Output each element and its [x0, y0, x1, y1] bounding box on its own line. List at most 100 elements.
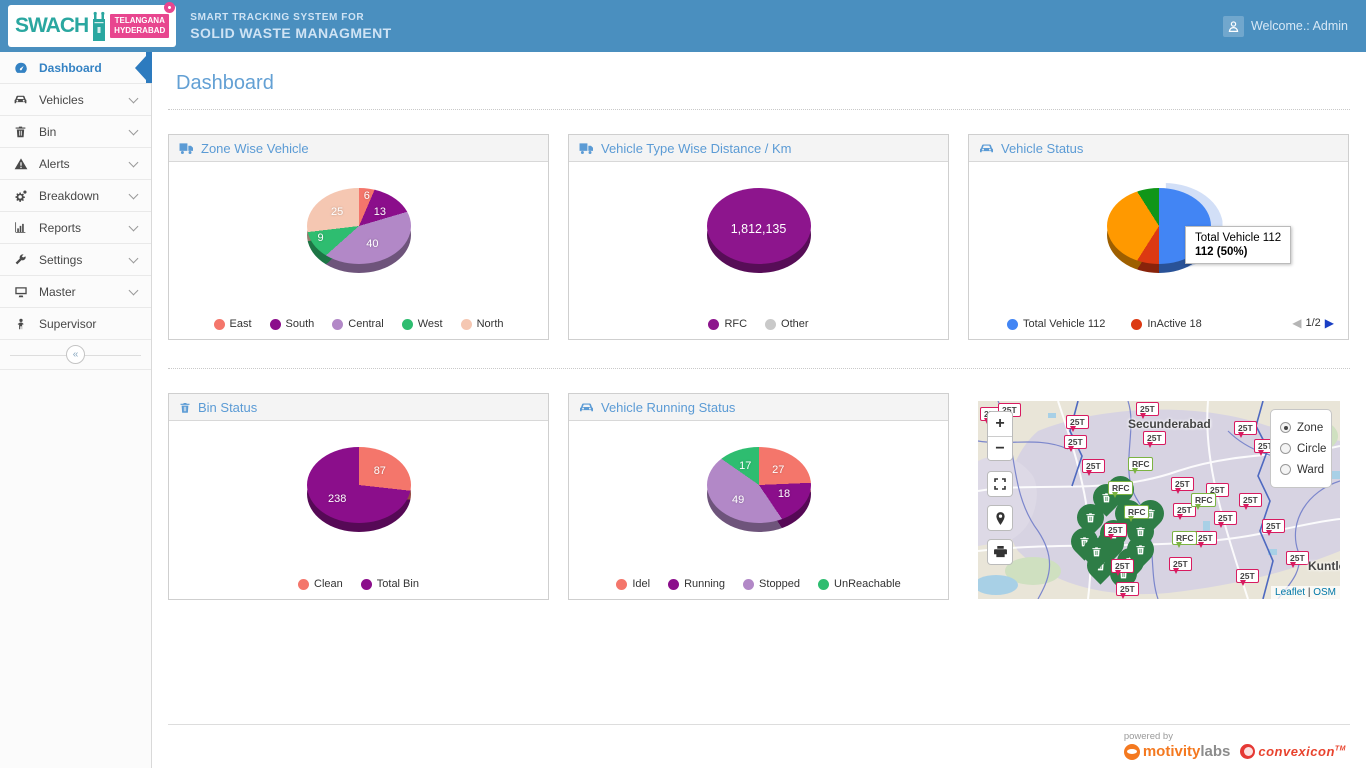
legend-item[interactable]: Central — [332, 318, 383, 330]
layer-option-ward[interactable]: Ward — [1280, 459, 1322, 480]
pager-next-icon[interactable]: ▶ — [1325, 316, 1334, 330]
legend-item[interactable]: Total Bin — [361, 578, 419, 590]
user-menu[interactable]: Welcome.: Admin — [1223, 0, 1348, 52]
gauge-icon — [13, 60, 28, 75]
sidebar-item-reports[interactable]: Reports — [0, 212, 151, 244]
slice-label: 13 — [374, 206, 386, 218]
zoom-out-button[interactable]: − — [988, 436, 1012, 460]
chart-legend: RFC Other — [569, 318, 948, 330]
map-marker-25t[interactable]: 25T — [1214, 511, 1237, 525]
sidebar-item-label: Bin — [39, 125, 119, 139]
map-marker-rfc[interactable]: RFC — [1124, 505, 1149, 519]
pager-text: 1/2 — [1305, 317, 1320, 329]
sidebar-item-breakdown[interactable]: Breakdown — [0, 180, 151, 212]
map-marker-25t[interactable]: 25T — [1136, 402, 1159, 416]
legend-item[interactable]: East — [214, 318, 252, 330]
sidebar-item-supervisor[interactable]: Supervisor — [0, 308, 151, 340]
map-marker-25t[interactable]: 25T — [1104, 523, 1127, 537]
monitor-icon — [13, 284, 28, 299]
pager-prev-icon[interactable]: ◀ — [1292, 316, 1301, 330]
map-marker-25t[interactable]: 25T — [1194, 531, 1217, 545]
legend-item[interactable]: Idel — [616, 578, 650, 590]
legend-item[interactable]: InActive 18 — [1131, 318, 1201, 330]
leaflet-link[interactable]: Leaflet — [1275, 587, 1305, 598]
legend-item[interactable]: North — [461, 318, 504, 330]
location-pin-icon[interactable] — [988, 506, 1012, 530]
map-marker-25t[interactable]: 25T — [1239, 493, 1262, 507]
pie-chart-distance[interactable]: 1,812,135 — [707, 188, 811, 274]
legend-dot-icon — [765, 319, 776, 330]
map-marker-25t[interactable]: 25T — [1082, 459, 1105, 473]
title-separator — [168, 109, 1350, 110]
legend-item[interactable]: Running — [668, 578, 725, 590]
map-marker-25t[interactable]: 25T — [1116, 582, 1139, 596]
map-attribution: Leaflet | OSM — [1271, 586, 1340, 599]
powered-by-text: powered by — [1124, 731, 1346, 742]
legend-item[interactable]: Stopped — [743, 578, 800, 590]
panel-body: Total Vehicle 112 112 (50%) Total Vehicl… — [969, 162, 1348, 339]
sidebar-collapse-button[interactable]: « — [66, 345, 85, 364]
map-marker-25t[interactable]: 25T — [1064, 435, 1087, 449]
pie-chart-running-status[interactable]: 27184917 — [707, 447, 811, 533]
row-separator — [168, 368, 1350, 369]
layer-option-zone[interactable]: Zone — [1280, 417, 1322, 438]
page-title: Dashboard — [176, 72, 1366, 95]
pie-chart-zone[interactable]: 61340925 — [307, 188, 411, 274]
map-marker-25t[interactable]: 25T — [1236, 569, 1259, 583]
pie-chart-bin-status[interactable]: 87238 — [307, 447, 411, 533]
legend-item[interactable]: Other — [765, 318, 809, 330]
panel-body: 61340925 East South Central West North — [169, 162, 548, 339]
panel-vehicle-running-status: Vehicle Running Status 27184917 Idel Runn… — [568, 393, 949, 600]
legend-item[interactable]: Clean — [298, 578, 343, 590]
osm-link[interactable]: OSM — [1313, 587, 1336, 598]
map-marker-rfc[interactable]: RFC — [1191, 493, 1216, 507]
legend-item[interactable]: West — [402, 318, 443, 330]
legend-item[interactable]: Total Vehicle 112 — [1007, 318, 1105, 330]
legend-dot-icon — [332, 319, 343, 330]
sidebar-item-settings[interactable]: Settings — [0, 244, 151, 276]
map-marker-rfc[interactable]: RFC — [1172, 531, 1197, 545]
map-marker-25t[interactable]: 25T — [1234, 421, 1257, 435]
map-marker-25t[interactable]: 25T — [1111, 559, 1134, 573]
map-marker-rfc[interactable]: RFC — [1128, 457, 1153, 471]
chart-legend: Idel Running Stopped UnReachable — [569, 578, 948, 590]
printer-icon[interactable] — [988, 540, 1012, 564]
radio-icon — [1280, 443, 1291, 454]
car-icon — [579, 401, 594, 414]
legend-item[interactable]: RFC — [708, 318, 747, 330]
map-marker-25t[interactable]: 25T — [1066, 415, 1089, 429]
charminar-tower-icon — [91, 11, 107, 41]
sidebar-item-dashboard[interactable]: Dashboard — [0, 52, 151, 84]
zoom-in-button[interactable]: + — [988, 412, 1012, 436]
sidebar-nav: Dashboard Vehicles Bin Alerts Breakdown — [0, 52, 152, 768]
panel-title: Vehicle Type Wise Distance / Km — [601, 141, 792, 156]
map-marker-rfc[interactable]: RFC — [1108, 481, 1133, 495]
truck-icon — [579, 142, 594, 155]
sidebar-item-alerts[interactable]: Alerts — [0, 148, 151, 180]
fullscreen-icon[interactable] — [988, 472, 1012, 496]
convexicon-icon — [1240, 744, 1255, 759]
layer-label: Zone — [1297, 422, 1323, 434]
panel-title: Vehicle Running Status — [601, 400, 735, 415]
sidebar-item-master[interactable]: Master — [0, 276, 151, 308]
slice-label: 17 — [739, 460, 751, 472]
logo-flower-icon — [164, 2, 175, 13]
legend-item[interactable]: South — [270, 318, 315, 330]
sidebar-item-bin[interactable]: Bin — [0, 116, 151, 148]
car-icon — [979, 142, 994, 155]
top-header: SWACH TELANGANA HYDERABAD SMART TRACKING… — [0, 0, 1366, 52]
user-icon — [1223, 16, 1244, 37]
slice-label: 87 — [374, 465, 386, 477]
layer-option-circle[interactable]: Circle — [1280, 438, 1322, 459]
map-marker-25t[interactable]: 25T — [1171, 477, 1194, 491]
map-marker-25t[interactable]: 25T — [1143, 431, 1166, 445]
map-marker-25t[interactable]: 25T — [1286, 551, 1309, 565]
map-marker-25t[interactable]: 25T — [1169, 557, 1192, 571]
legend-dot-icon — [270, 319, 281, 330]
legend-dot-icon — [668, 579, 679, 590]
map-marker-25t[interactable]: 25T — [1262, 519, 1285, 533]
slice-label: 1,812,135 — [731, 222, 787, 236]
sidebar-item-vehicles[interactable]: Vehicles — [0, 84, 151, 116]
leaflet-map[interactable]: 25T25T25T25T25T25T25T25T25T25T25T25T25T2… — [978, 401, 1340, 599]
legend-item[interactable]: UnReachable — [818, 578, 901, 590]
